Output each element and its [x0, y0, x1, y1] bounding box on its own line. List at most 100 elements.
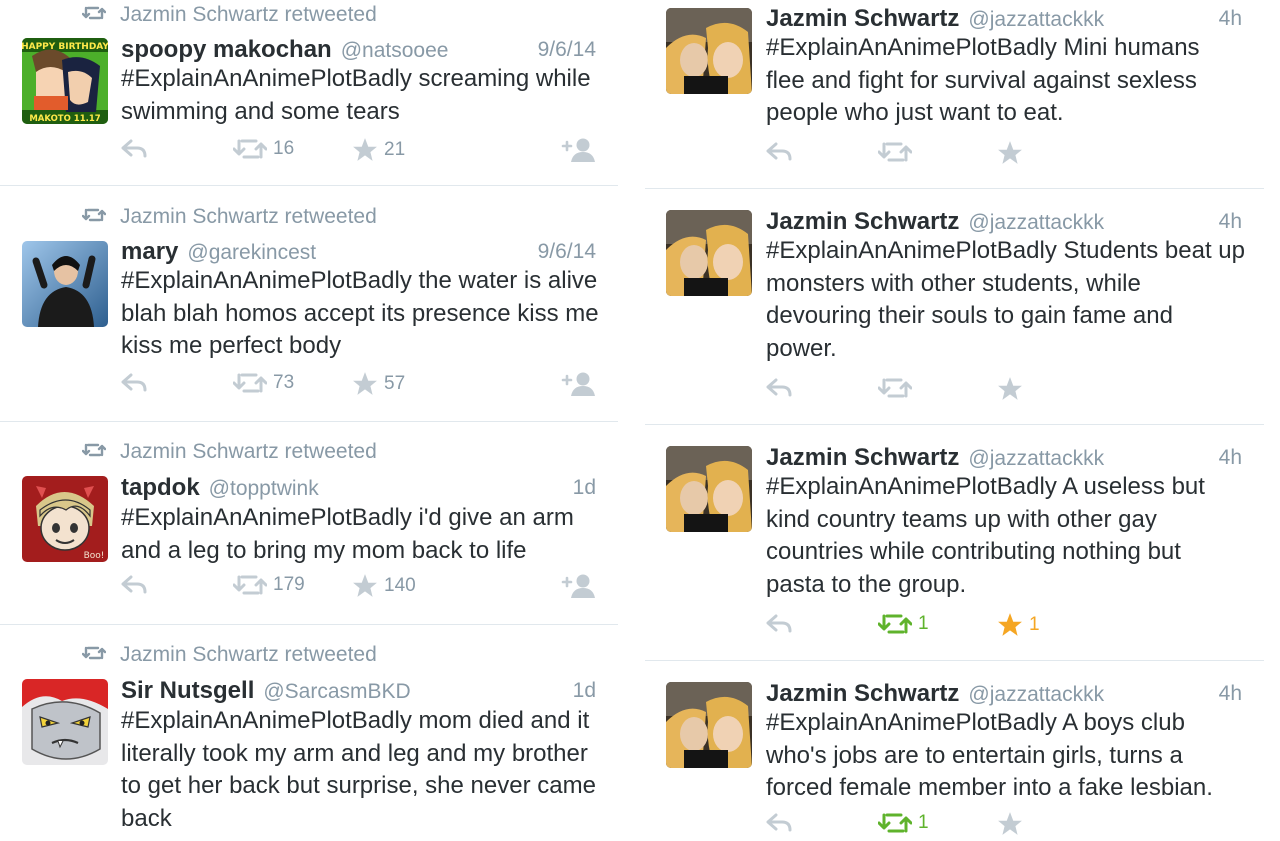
tweet-text: #ExplainAnAnimePlotBadly A boys club who… — [766, 709, 1213, 801]
favorite-count: 140 — [384, 575, 416, 596]
tweet-actions — [766, 140, 1246, 170]
tweet[interactable]: Jazmin Schwartz @jazzattackkk 4h #Explai… — [645, 189, 1264, 425]
avatar[interactable] — [666, 210, 752, 296]
reply-button[interactable] — [766, 377, 794, 397]
add-user-icon — [561, 574, 595, 598]
star-icon — [998, 141, 1022, 164]
svg-text:MAKOTO 11.17: MAKOTO 11.17 — [29, 114, 100, 124]
avatar[interactable] — [666, 8, 752, 94]
tweet-text: #ExplainAnAnimePlotBadly the water is al… — [121, 267, 599, 359]
favorite-button[interactable]: 21 — [352, 137, 405, 163]
author-handle[interactable]: @jazzattackkk — [968, 683, 1104, 707]
selfie-photo-avatar-icon — [666, 682, 752, 768]
tweet[interactable]: Jazmin Schwartz retweeted Sir Nutsgell @… — [0, 625, 618, 841]
author-handle[interactable]: @topptwink — [209, 477, 319, 501]
retweeted-by-label: Jazmin Schwartz retweeted — [120, 3, 377, 26]
author-name[interactable]: spoopy makochan — [121, 36, 332, 64]
tweet[interactable]: Jazmin Schwartz retweeted HAPPY BIRTHDAY… — [0, 0, 618, 186]
tweet-timestamp[interactable]: 1d — [573, 679, 596, 703]
favorite-button[interactable] — [997, 376, 1029, 402]
favorite-button[interactable] — [997, 811, 1029, 837]
retweet-count: 1 — [918, 613, 929, 634]
tweet-timestamp[interactable]: 4h — [1219, 446, 1242, 470]
tweet-actions: 1 — [766, 811, 1246, 841]
author-name[interactable]: Sir Nutsgell — [121, 677, 254, 705]
avatar[interactable] — [22, 241, 108, 327]
tweet-text: #ExplainAnAnimePlotBadly A useless but k… — [766, 473, 1205, 598]
person-photo-avatar-icon — [22, 241, 108, 327]
favorite-button[interactable]: 57 — [352, 371, 405, 397]
selfie-photo-avatar-icon — [666, 8, 752, 94]
retweet-button[interactable]: 16 — [233, 137, 294, 161]
tweet-timestamp[interactable]: 9/6/14 — [538, 240, 596, 264]
avatar[interactable] — [666, 446, 752, 532]
tweet[interactable]: Jazmin Schwartz retweeted Boo! tapdok @t… — [0, 422, 618, 625]
retweet-count: 1 — [918, 812, 929, 833]
retweet-button[interactable]: 179 — [233, 573, 305, 597]
follow-button[interactable] — [561, 573, 597, 604]
tweet-header: Jazmin Schwartz @jazzattackkk — [766, 680, 1104, 708]
tweet[interactable]: Jazmin Schwartz @jazzattackkk 4h #Explai… — [645, 425, 1264, 661]
author-handle[interactable]: @SarcasmBKD — [263, 680, 410, 704]
retweet-icon — [233, 373, 267, 393]
cartoon-boy-avatar-icon: Boo! — [22, 476, 108, 562]
reply-icon — [766, 142, 792, 161]
tweet-actions: 1 1 — [766, 612, 1246, 642]
author-handle[interactable]: @jazzattackkk — [968, 211, 1104, 235]
tweet-header: Jazmin Schwartz @jazzattackkk — [766, 208, 1104, 236]
tweet[interactable]: Jazmin Schwartz retweeted mary @garekinc… — [0, 186, 618, 422]
retweeted-by-label: Jazmin Schwartz retweeted — [120, 440, 377, 463]
author-name[interactable]: tapdok — [121, 474, 200, 502]
tweet-actions: 73 57 — [121, 371, 601, 401]
tweet-timestamp[interactable]: 4h — [1219, 682, 1242, 706]
tweet[interactable]: Jazmin Schwartz @jazzattackkk 4h #Explai… — [645, 0, 1264, 189]
star-icon — [998, 377, 1022, 400]
follow-button[interactable] — [561, 371, 597, 402]
reply-icon — [121, 139, 147, 158]
author-name[interactable]: Jazmin Schwartz — [766, 680, 959, 708]
tweet-text: #ExplainAnAnimePlotBadly Mini humans fle… — [766, 34, 1200, 126]
tweet-actions: 16 21 — [121, 137, 601, 167]
avatar[interactable]: Boo! — [22, 476, 108, 562]
author-handle[interactable]: @garekincest — [187, 241, 316, 265]
reply-button[interactable] — [766, 141, 794, 161]
reply-button[interactable] — [121, 138, 149, 158]
right-timeline-column: Jazmin Schwartz @jazzattackkk 4h #Explai… — [645, 0, 1264, 841]
avatar[interactable] — [666, 682, 752, 768]
reply-button[interactable] — [121, 372, 149, 392]
author-handle[interactable]: @jazzattackkk — [968, 8, 1104, 32]
tweet[interactable]: Jazmin Schwartz @jazzattackkk 4h #Explai… — [645, 661, 1264, 841]
favorite-button[interactable]: 1 — [997, 612, 1040, 638]
retweet-small-icon — [81, 643, 107, 667]
tweet-timestamp[interactable]: 1d — [573, 476, 596, 500]
retweeted-by-line: Jazmin Schwartz retweeted — [81, 2, 377, 28]
tweet-text: #ExplainAnAnimePlotBadly mom died and it… — [121, 707, 596, 832]
favorite-button[interactable]: 140 — [352, 573, 416, 599]
author-name[interactable]: Jazmin Schwartz — [766, 208, 959, 236]
author-name[interactable]: Jazmin Schwartz — [766, 5, 959, 33]
author-handle[interactable]: @natsooee — [341, 39, 449, 63]
author-name[interactable]: mary — [121, 238, 178, 266]
retweet-button[interactable]: 73 — [233, 371, 294, 395]
tweet-timestamp[interactable]: 4h — [1219, 210, 1242, 234]
retweet-button[interactable] — [878, 376, 918, 400]
author-name[interactable]: Jazmin Schwartz — [766, 444, 959, 472]
favorite-count: 1 — [1029, 614, 1040, 635]
tweet-actions: 179 140 — [121, 573, 601, 603]
retweet-icon — [233, 139, 267, 159]
favorite-button[interactable] — [997, 140, 1029, 166]
avatar[interactable] — [22, 679, 108, 765]
tweet-timestamp[interactable]: 4h — [1219, 7, 1242, 31]
retweet-button[interactable] — [878, 140, 918, 164]
retweet-small-icon — [81, 205, 107, 229]
retweet-button[interactable]: 1 — [878, 612, 929, 636]
reply-button[interactable] — [121, 574, 149, 594]
author-handle[interactable]: @jazzattackkk — [968, 447, 1104, 471]
retweet-button[interactable]: 1 — [878, 811, 929, 835]
reply-button[interactable] — [766, 812, 794, 832]
avatar[interactable]: HAPPY BIRTHDAY MAKOTO 11.17 — [22, 38, 108, 124]
tweet-timestamp[interactable]: 9/6/14 — [538, 38, 596, 62]
follow-button[interactable] — [561, 137, 597, 168]
reply-icon — [766, 813, 792, 832]
reply-button[interactable] — [766, 613, 794, 633]
